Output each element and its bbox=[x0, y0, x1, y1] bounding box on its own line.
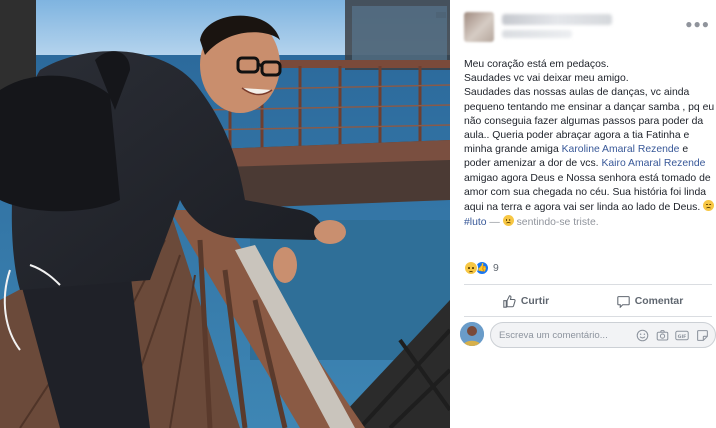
comment-input[interactable] bbox=[499, 323, 631, 347]
thumbs-up-icon bbox=[503, 294, 516, 308]
viewer-avatar[interactable] bbox=[460, 322, 484, 346]
svg-text:GIF: GIF bbox=[678, 333, 687, 339]
sad-feeling-icon bbox=[502, 215, 514, 227]
mention-link[interactable]: Karoline Amaral Rezende bbox=[562, 144, 680, 155]
like-button-label: Curtir bbox=[520, 295, 550, 307]
post-actions: Curtir Comentar bbox=[464, 287, 712, 315]
feeling-text: sentindo-se triste. bbox=[513, 217, 599, 229]
photo-illustration bbox=[0, 0, 450, 428]
hashtag-link[interactable]: #luto bbox=[464, 217, 487, 228]
comment-box: GIF bbox=[490, 322, 716, 348]
post-photo[interactable] bbox=[0, 0, 450, 428]
post-line: Meu coração está em pedaços. bbox=[464, 59, 609, 70]
post-text: Meu coração está em pedaços. Saudades vc… bbox=[464, 58, 716, 230]
comment-bubble-icon bbox=[617, 295, 630, 308]
comment-button-label: Comentar bbox=[634, 295, 684, 307]
like-button[interactable]: Curtir bbox=[464, 287, 588, 315]
post-meta-blurred bbox=[502, 30, 572, 38]
author-name-blurred[interactable] bbox=[502, 14, 612, 25]
feeling-separator: — bbox=[486, 217, 503, 229]
post-panel: ●●● Meu coração está em pedaços. Saudade… bbox=[452, 0, 716, 428]
comment-tools: GIF bbox=[635, 328, 715, 342]
more-options-icon[interactable]: ●●● bbox=[685, 18, 710, 30]
post-text-segment: amigao agora Deus e Nossa senhora está t… bbox=[464, 172, 711, 214]
sad-emoji-icon bbox=[703, 200, 715, 212]
camera-icon[interactable] bbox=[655, 328, 669, 342]
emoji-icon[interactable] bbox=[635, 328, 649, 342]
reaction-summary[interactable]: 👍 9 bbox=[464, 261, 499, 275]
mention-link[interactable]: Kairo Amaral Rezende bbox=[601, 158, 705, 169]
reaction-count: 9 bbox=[493, 262, 499, 274]
sad-reaction-icon bbox=[464, 261, 478, 275]
sticker-icon[interactable] bbox=[695, 328, 709, 342]
post-paragraph: Saudades das nossas aulas de danças, vc … bbox=[464, 86, 716, 230]
post-line: Saudades vc vai deixar meu amigo. bbox=[464, 73, 629, 85]
divider bbox=[464, 316, 712, 317]
viewer-avatar-image bbox=[460, 322, 484, 346]
comment-composer: GIF bbox=[460, 322, 716, 350]
post-header: ●●● bbox=[464, 12, 714, 46]
divider bbox=[464, 284, 712, 285]
gif-icon[interactable]: GIF bbox=[675, 328, 689, 342]
author-avatar-blurred[interactable] bbox=[464, 12, 494, 42]
comment-button[interactable]: Comentar bbox=[588, 287, 712, 315]
